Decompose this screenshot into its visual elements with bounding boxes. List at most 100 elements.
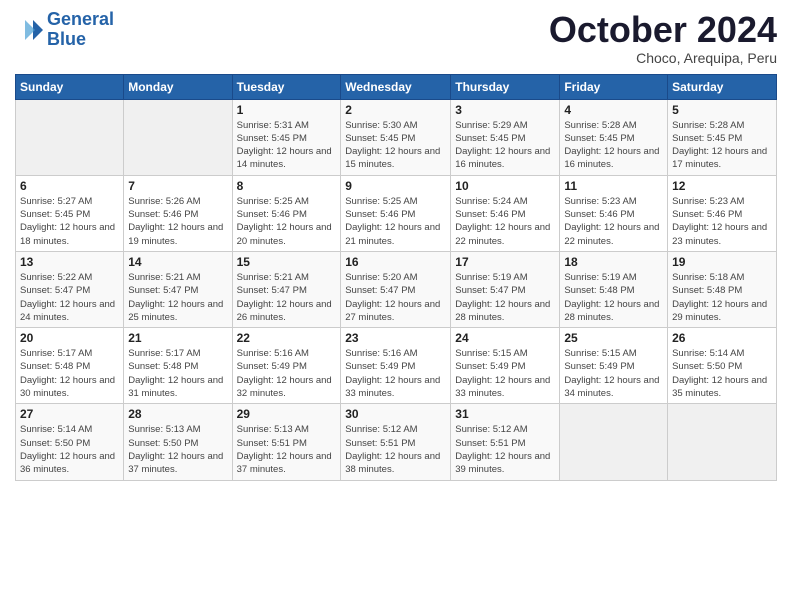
day-info: Sunrise: 5:30 AM Sunset: 5:45 PM Dayligh… [345, 119, 446, 172]
calendar-day: 20 Sunrise: 5:17 AM Sunset: 5:48 PM Dayli… [16, 328, 124, 404]
day-info: Sunrise: 5:26 AM Sunset: 5:46 PM Dayligh… [128, 195, 227, 248]
calendar-day [560, 404, 668, 480]
calendar-day [124, 99, 232, 175]
day-number: 26 [672, 331, 772, 345]
day-info: Sunrise: 5:16 AM Sunset: 5:49 PM Dayligh… [237, 347, 337, 400]
calendar-header-monday: Monday [124, 74, 232, 99]
calendar-header-sunday: Sunday [16, 74, 124, 99]
calendar-week-4: 20 Sunrise: 5:17 AM Sunset: 5:48 PM Dayli… [16, 328, 777, 404]
calendar-week-2: 6Sunrise: 5:27 AM Sunset: 5:45 PM Daylig… [16, 175, 777, 251]
calendar-day: 12Sunrise: 5:23 AM Sunset: 5:46 PM Dayli… [668, 175, 777, 251]
calendar-day [16, 99, 124, 175]
calendar-day: 14Sunrise: 5:21 AM Sunset: 5:47 PM Dayli… [124, 251, 232, 327]
day-info: Sunrise: 5:28 AM Sunset: 5:45 PM Dayligh… [672, 119, 772, 172]
day-number: 5 [672, 103, 772, 117]
day-number: 19 [672, 255, 772, 269]
calendar-day: 21Sunrise: 5:17 AM Sunset: 5:48 PM Dayli… [124, 328, 232, 404]
calendar-day: 23Sunrise: 5:16 AM Sunset: 5:49 PM Dayli… [341, 328, 451, 404]
day-number: 6 [20, 179, 119, 193]
calendar-day: 31 Sunrise: 5:12 AM Sunset: 5:51 PM Dayli… [451, 404, 560, 480]
calendar-day: 27 Sunrise: 5:14 AM Sunset: 5:50 PM Dayli… [16, 404, 124, 480]
day-number: 30 [345, 407, 446, 421]
calendar-day: 2 Sunrise: 5:30 AM Sunset: 5:45 PM Daylig… [341, 99, 451, 175]
day-info: Sunrise: 5:14 AM Sunset: 5:50 PM Dayligh… [672, 347, 772, 400]
calendar-week-1: 1 Sunrise: 5:31 AM Sunset: 5:45 PM Daylig… [16, 99, 777, 175]
calendar-header-row: SundayMondayTuesdayWednesdayThursdayFrid… [16, 74, 777, 99]
day-info: Sunrise: 5:25 AM Sunset: 5:46 PM Dayligh… [237, 195, 337, 248]
day-number: 4 [564, 103, 663, 117]
logo-icon [15, 16, 43, 44]
day-info: Sunrise: 5:21 AM Sunset: 5:47 PM Dayligh… [237, 271, 337, 324]
day-number: 1 [237, 103, 337, 117]
calendar-header-saturday: Saturday [668, 74, 777, 99]
day-number: 7 [128, 179, 227, 193]
day-number: 3 [455, 103, 555, 117]
calendar-day: 26 Sunrise: 5:14 AM Sunset: 5:50 PM Dayli… [668, 328, 777, 404]
calendar-day: 18Sunrise: 5:19 AM Sunset: 5:48 PM Dayli… [560, 251, 668, 327]
calendar-day: 4 Sunrise: 5:28 AM Sunset: 5:45 PM Daylig… [560, 99, 668, 175]
calendar-week-3: 13 Sunrise: 5:22 AM Sunset: 5:47 PM Dayli… [16, 251, 777, 327]
calendar-header-thursday: Thursday [451, 74, 560, 99]
day-info: Sunrise: 5:31 AM Sunset: 5:45 PM Dayligh… [237, 119, 337, 172]
calendar-day: 10 Sunrise: 5:24 AM Sunset: 5:46 PM Dayli… [451, 175, 560, 251]
calendar-day: 24Sunrise: 5:15 AM Sunset: 5:49 PM Dayli… [451, 328, 560, 404]
day-number: 2 [345, 103, 446, 117]
calendar-week-5: 27 Sunrise: 5:14 AM Sunset: 5:50 PM Dayli… [16, 404, 777, 480]
day-number: 31 [455, 407, 555, 421]
day-info: Sunrise: 5:18 AM Sunset: 5:48 PM Dayligh… [672, 271, 772, 324]
day-info: Sunrise: 5:29 AM Sunset: 5:45 PM Dayligh… [455, 119, 555, 172]
calendar-day: 30 Sunrise: 5:12 AM Sunset: 5:51 PM Dayli… [341, 404, 451, 480]
day-info: Sunrise: 5:13 AM Sunset: 5:51 PM Dayligh… [237, 423, 337, 476]
calendar-day: 16Sunrise: 5:20 AM Sunset: 5:47 PM Dayli… [341, 251, 451, 327]
day-info: Sunrise: 5:25 AM Sunset: 5:46 PM Dayligh… [345, 195, 446, 248]
calendar-day: 11 Sunrise: 5:23 AM Sunset: 5:46 PM Dayli… [560, 175, 668, 251]
day-info: Sunrise: 5:13 AM Sunset: 5:50 PM Dayligh… [128, 423, 227, 476]
day-number: 29 [237, 407, 337, 421]
calendar-day: 19 Sunrise: 5:18 AM Sunset: 5:48 PM Dayli… [668, 251, 777, 327]
calendar-day: 6Sunrise: 5:27 AM Sunset: 5:45 PM Daylig… [16, 175, 124, 251]
day-info: Sunrise: 5:16 AM Sunset: 5:49 PM Dayligh… [345, 347, 446, 400]
calendar-day: 3 Sunrise: 5:29 AM Sunset: 5:45 PM Daylig… [451, 99, 560, 175]
calendar-day: 7 Sunrise: 5:26 AM Sunset: 5:46 PM Daylig… [124, 175, 232, 251]
calendar-day: 13 Sunrise: 5:22 AM Sunset: 5:47 PM Dayli… [16, 251, 124, 327]
calendar-header-friday: Friday [560, 74, 668, 99]
day-info: Sunrise: 5:23 AM Sunset: 5:46 PM Dayligh… [564, 195, 663, 248]
calendar-day: 28 Sunrise: 5:13 AM Sunset: 5:50 PM Dayli… [124, 404, 232, 480]
day-info: Sunrise: 5:12 AM Sunset: 5:51 PM Dayligh… [345, 423, 446, 476]
day-info: Sunrise: 5:14 AM Sunset: 5:50 PM Dayligh… [20, 423, 119, 476]
day-info: Sunrise: 5:17 AM Sunset: 5:48 PM Dayligh… [20, 347, 119, 400]
day-info: Sunrise: 5:15 AM Sunset: 5:49 PM Dayligh… [455, 347, 555, 400]
day-number: 20 [20, 331, 119, 345]
calendar-day: 22Sunrise: 5:16 AM Sunset: 5:49 PM Dayli… [232, 328, 341, 404]
page: General Blue October 2024 Choco, Arequip… [0, 0, 792, 612]
calendar-day: 15 Sunrise: 5:21 AM Sunset: 5:47 PM Dayli… [232, 251, 341, 327]
day-info: Sunrise: 5:21 AM Sunset: 5:47 PM Dayligh… [128, 271, 227, 324]
calendar-day: 25 Sunrise: 5:15 AM Sunset: 5:49 PM Dayli… [560, 328, 668, 404]
day-info: Sunrise: 5:28 AM Sunset: 5:45 PM Dayligh… [564, 119, 663, 172]
calendar-day: 8Sunrise: 5:25 AM Sunset: 5:46 PM Daylig… [232, 175, 341, 251]
logo-text: General Blue [47, 10, 114, 50]
day-number: 28 [128, 407, 227, 421]
calendar-day [668, 404, 777, 480]
day-number: 15 [237, 255, 337, 269]
calendar-table: SundayMondayTuesdayWednesdayThursdayFrid… [15, 74, 777, 481]
header: General Blue October 2024 Choco, Arequip… [15, 10, 777, 66]
day-info: Sunrise: 5:22 AM Sunset: 5:47 PM Dayligh… [20, 271, 119, 324]
day-info: Sunrise: 5:24 AM Sunset: 5:46 PM Dayligh… [455, 195, 555, 248]
month-title: October 2024 [549, 10, 777, 50]
calendar-day: 1 Sunrise: 5:31 AM Sunset: 5:45 PM Daylig… [232, 99, 341, 175]
day-info: Sunrise: 5:17 AM Sunset: 5:48 PM Dayligh… [128, 347, 227, 400]
calendar-day: 17Sunrise: 5:19 AM Sunset: 5:47 PM Dayli… [451, 251, 560, 327]
day-number: 13 [20, 255, 119, 269]
day-info: Sunrise: 5:15 AM Sunset: 5:49 PM Dayligh… [564, 347, 663, 400]
calendar-header-wednesday: Wednesday [341, 74, 451, 99]
day-number: 27 [20, 407, 119, 421]
day-number: 11 [564, 179, 663, 193]
calendar-day: 29 Sunrise: 5:13 AM Sunset: 5:51 PM Dayli… [232, 404, 341, 480]
day-number: 25 [564, 331, 663, 345]
day-info: Sunrise: 5:12 AM Sunset: 5:51 PM Dayligh… [455, 423, 555, 476]
logo: General Blue [15, 10, 114, 50]
day-number: 10 [455, 179, 555, 193]
day-number: 16 [345, 255, 446, 269]
subtitle: Choco, Arequipa, Peru [549, 50, 777, 66]
